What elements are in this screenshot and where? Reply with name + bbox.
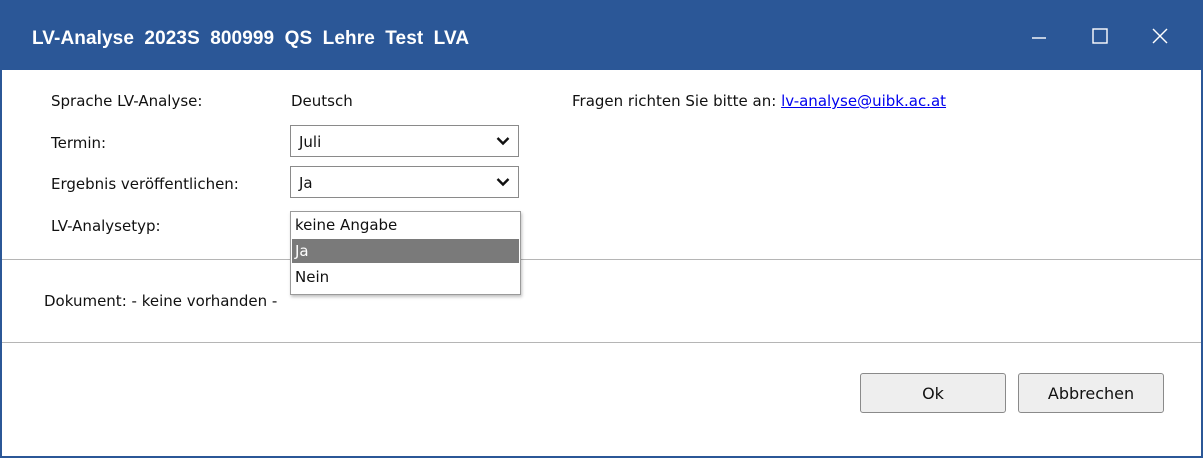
email-link[interactable]: lv-analyse@uibk.ac.at [781, 92, 946, 110]
window-title: LV-Analyse 2023S 800999 QS Lehre Test LV… [32, 28, 470, 49]
maximize-icon [1092, 28, 1108, 44]
termin-selected-value: Juli [299, 133, 322, 151]
contact-text: Fragen richten Sie bitte an: lv-analyse@… [572, 92, 946, 110]
ok-button[interactable]: Ok [860, 373, 1006, 413]
dropdown-option[interactable]: keine Angabe [292, 213, 519, 237]
minimize-icon [1032, 37, 1046, 39]
divider-bottom [2, 342, 1201, 343]
ergebnis-label: Ergebnis veröffentlichen: [51, 175, 239, 193]
termin-select[interactable]: Juli [290, 125, 519, 157]
sprache-value: Deutsch [291, 92, 353, 110]
ergebnis-select[interactable]: Ja [290, 166, 519, 198]
typ-label: LV-Analysetyp: [51, 217, 161, 235]
document-label: Dokument: - keine vorhanden - [44, 292, 278, 310]
ergebnis-dropdown-list[interactable]: keine Angabe Ja Nein [290, 211, 521, 295]
chevron-down-icon [496, 137, 510, 146]
divider-top [2, 259, 1201, 260]
termin-label: Termin: [51, 134, 107, 152]
contact-label: Fragen richten Sie bitte an: [572, 92, 777, 110]
dropdown-option[interactable]: Nein [292, 265, 519, 289]
minimize-button[interactable] [1019, 16, 1059, 56]
dialog-window: LV-Analyse 2023S 800999 QS Lehre Test LV… [0, 0, 1203, 458]
sprache-label: Sprache LV-Analyse: [51, 92, 203, 110]
close-button[interactable] [1140, 16, 1180, 56]
title-bar[interactable]: LV-Analyse 2023S 800999 QS Lehre Test LV… [2, 2, 1201, 70]
dropdown-option-selected[interactable]: Ja [292, 239, 519, 263]
ergebnis-selected-value: Ja [299, 174, 313, 192]
dialog-content: Sprache LV-Analyse: Deutsch Fragen richt… [2, 70, 1201, 456]
maximize-button[interactable] [1080, 16, 1120, 56]
chevron-down-icon [496, 178, 510, 187]
close-icon [1152, 28, 1168, 44]
cancel-button[interactable]: Abbrechen [1018, 373, 1164, 413]
